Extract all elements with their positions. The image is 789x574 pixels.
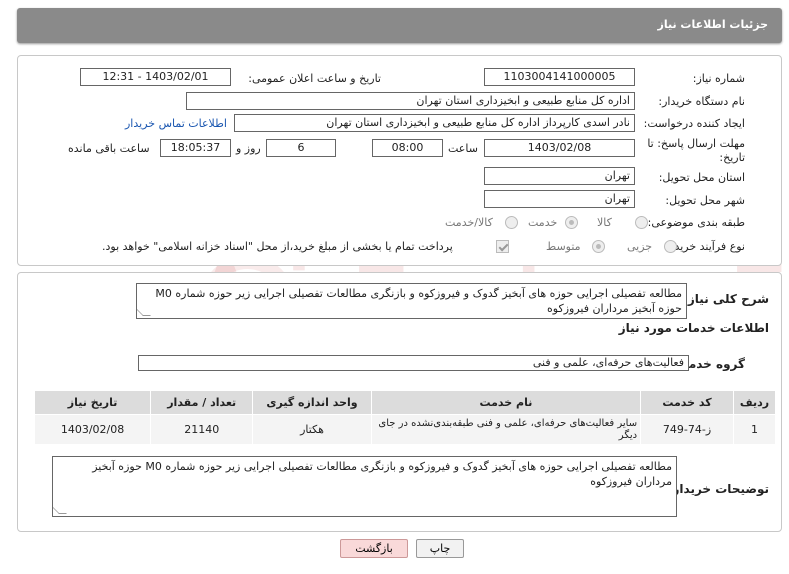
days-label: روز و <box>236 142 261 155</box>
category-radio-goods[interactable] <box>635 216 648 229</box>
summary-label: شرح کلی نیاز: <box>683 292 769 306</box>
services-title: اطلاعات خدمات مورد نیاز <box>618 321 769 335</box>
col-code-header: کد خدمت <box>640 390 734 415</box>
buyer-notes-label: توضیحات خریدار: <box>667 482 769 496</box>
col-unit-header: واحد اندازه گیری <box>252 390 372 415</box>
province-label: استان محل تحویل: <box>658 171 745 184</box>
province-field: تهران <box>484 167 635 185</box>
print-button[interactable]: چاپ <box>416 539 464 558</box>
summary-text: مطالعه تفصیلی اجرایی حوزه های آبخیز گدوک… <box>155 287 682 315</box>
category-radio-service[interactable] <box>565 216 578 229</box>
category-option-goods-service: کالا/خدمت <box>445 216 493 229</box>
category-option-goods: کالا <box>597 216 612 229</box>
category-option-service: خدمت <box>528 216 558 229</box>
cell-date: 1403/02/08 <box>33 414 152 445</box>
table-row: 1 ز-74-749 سایر فعالیت‌های حرفه‌ای، علمی… <box>33 414 777 445</box>
cell-service-name: سایر فعالیت‌های حرفه‌ای، علمی و فنی طبقه… <box>370 414 642 445</box>
services-table: ردیف کد خدمت نام خدمت واحد اندازه گیری ت… <box>33 390 777 445</box>
page-header: جزئیات اطلاعات نیاز <box>17 8 782 43</box>
process-option-medium: متوسط <box>546 240 581 253</box>
announce-label: تاریخ و ساعت اعلان عمومی: <box>248 72 381 85</box>
deadline-label: مهلت ارسال پاسخ: تا <box>647 137 745 150</box>
announce-datetime-field: 1403/02/01 - 12:31 <box>80 68 231 86</box>
deadline-date-label: تاریخ: <box>719 151 745 164</box>
remaining-days-field: 6 <box>266 139 336 157</box>
remaining-time-field: 18:05:37 <box>160 139 231 157</box>
buyer-org-label: نام دستگاه خریدار: <box>658 95 745 108</box>
process-radio-minor[interactable] <box>664 240 677 253</box>
deadline-date-field: 1403/02/08 <box>484 139 635 157</box>
service-group-field: فعالیت‌های حرفه‌ای، علمی و فنی <box>138 355 689 371</box>
back-button[interactable]: بازگشت <box>340 539 408 558</box>
cell-qty: 21140 <box>150 414 254 445</box>
info-panel <box>17 55 782 266</box>
col-name-header: نام خدمت <box>370 390 642 415</box>
resize-handle-icon[interactable] <box>53 506 67 514</box>
category-label: طبقه بندی موضوعی: <box>647 216 745 229</box>
city-label: شهر محل تحویل: <box>665 194 745 207</box>
category-radio-goods-service[interactable] <box>505 216 518 229</box>
buyer-contact-link[interactable]: اطلاعات تماس خریدار <box>125 117 227 130</box>
need-number-label: شماره نیاز: <box>692 72 745 85</box>
cell-code: ز-74-749 <box>640 414 734 445</box>
process-label: نوع فرآیند خرید : <box>667 240 745 253</box>
need-number-field: 1103004141000005 <box>484 68 635 86</box>
city-field: تهران <box>484 190 635 208</box>
col-qty-header: تعداد / مقدار <box>150 390 254 415</box>
payment-note: پرداخت تمام یا بخشی از مبلغ خرید،از محل … <box>102 240 453 253</box>
cell-row: 1 <box>732 414 777 445</box>
summary-textarea[interactable]: مطالعه تفصیلی اجرایی حوزه های آبخیز گدوک… <box>136 283 687 319</box>
process-radio-medium[interactable] <box>592 240 605 253</box>
resize-handle-icon[interactable] <box>137 308 151 316</box>
deadline-time-field: 08:00 <box>372 139 443 157</box>
buyer-notes-textarea[interactable]: مطالعه تفصیلی اجرایی حوزه های آبخیز گدوک… <box>52 456 677 517</box>
creator-field: نادر اسدی کارپرداز اداره کل منابع طبیعی … <box>234 114 635 132</box>
cell-unit: هکتار <box>252 414 372 445</box>
treasury-checkbox[interactable] <box>496 240 509 253</box>
col-date-header: تاریخ نیاز <box>33 390 152 415</box>
page-title: جزئیات اطلاعات نیاز <box>657 18 769 31</box>
creator-label: ایجاد کننده درخواست: <box>643 117 745 130</box>
col-row-header: ردیف <box>732 390 777 415</box>
buyer-notes-text: مطالعه تفصیلی اجرایی حوزه های آبخیز گدوک… <box>92 460 672 488</box>
table-header-row: ردیف کد خدمت نام خدمت واحد اندازه گیری ت… <box>33 390 777 415</box>
deadline-time-label: ساعت <box>448 142 478 155</box>
remaining-time-label: ساعت باقی مانده <box>68 142 150 155</box>
buyer-org-field: اداره کل منابع طبیعی و ابخیزداری استان ت… <box>186 92 635 110</box>
process-option-minor: جزیی <box>627 240 653 253</box>
